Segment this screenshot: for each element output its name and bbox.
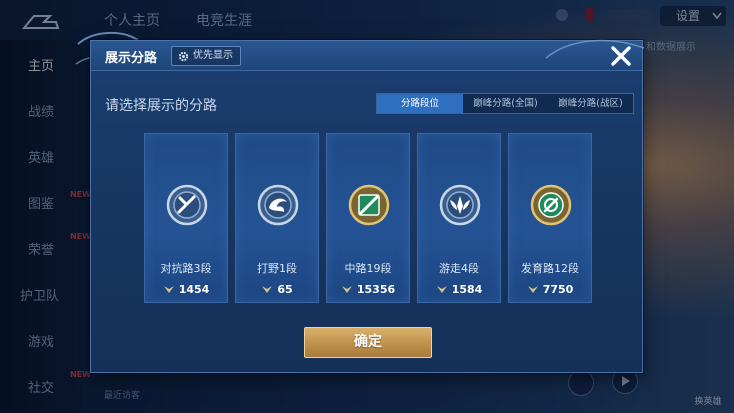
lane-score: 7750: [509, 280, 591, 298]
lane-score: 1584: [418, 280, 500, 298]
mid-lane-icon: [348, 184, 390, 226]
lane-rank-label: 打野1段: [257, 262, 297, 275]
rank-points-icon: [262, 286, 273, 293]
lane-score: 1454: [145, 280, 227, 298]
jungle-icon: [257, 184, 299, 226]
lane-card-farm[interactable]: 发育路12段 7750: [508, 133, 592, 303]
rank-points-icon: [163, 286, 174, 293]
gear-icon: [178, 51, 189, 61]
lane-score-value: 65: [277, 282, 293, 296]
tab-peak-lane-region[interactable]: 巅峰分路(战区): [548, 94, 633, 113]
lane-card-clash[interactable]: 对抗路3段 1454: [144, 133, 228, 303]
confirm-button[interactable]: 确定: [304, 327, 432, 358]
lane-score-value: 1584: [451, 282, 483, 296]
lane-display-dialog: 展示分路 优先显示 请选择展示的分路 分路段位 巅峰分路(全国) 巅峰分路(战区…: [90, 40, 643, 373]
lane-score-value: 1454: [178, 282, 210, 296]
farm-lane-icon: [530, 184, 572, 226]
cloud-ornament-right: [545, 39, 645, 59]
rank-points-icon: [527, 286, 538, 293]
priority-display-label: 优先显示: [193, 50, 233, 61]
lane-score: 65: [236, 280, 318, 298]
lane-score-value: 7750: [542, 282, 574, 296]
lane-card-roam[interactable]: 游走4段 1584: [417, 133, 501, 303]
lane-score-value: 15356: [356, 282, 396, 296]
select-lane-prompt: 请选择展示的分路: [105, 98, 217, 114]
priority-display-button[interactable]: 优先显示: [171, 46, 241, 66]
lane-card-mid[interactable]: 中路19段 15356: [326, 133, 410, 303]
lane-type-tabs: 分路段位 巅峰分路(全国) 巅峰分路(战区): [376, 93, 634, 114]
tab-lane-rank[interactable]: 分路段位: [377, 94, 463, 113]
rank-points-icon: [436, 286, 447, 293]
tab-peak-lane-national[interactable]: 巅峰分路(全国): [463, 94, 548, 113]
lane-score: 15356: [327, 280, 409, 298]
clash-lane-icon: [166, 184, 208, 226]
lane-cards: 对抗路3段 1454 打野1段 65 中路19段 15356 游走4段 1584…: [144, 133, 592, 303]
dialog-title: 展示分路: [105, 51, 158, 66]
lane-rank-label: 对抗路3段: [160, 262, 212, 275]
roam-icon: [439, 184, 481, 226]
lane-card-jungle[interactable]: 打野1段 65: [235, 133, 319, 303]
lane-rank-label: 发育路12段: [521, 262, 579, 275]
lane-rank-label: 中路19段: [344, 262, 392, 275]
lane-rank-label: 游走4段: [439, 262, 479, 275]
rank-points-icon: [341, 286, 352, 293]
